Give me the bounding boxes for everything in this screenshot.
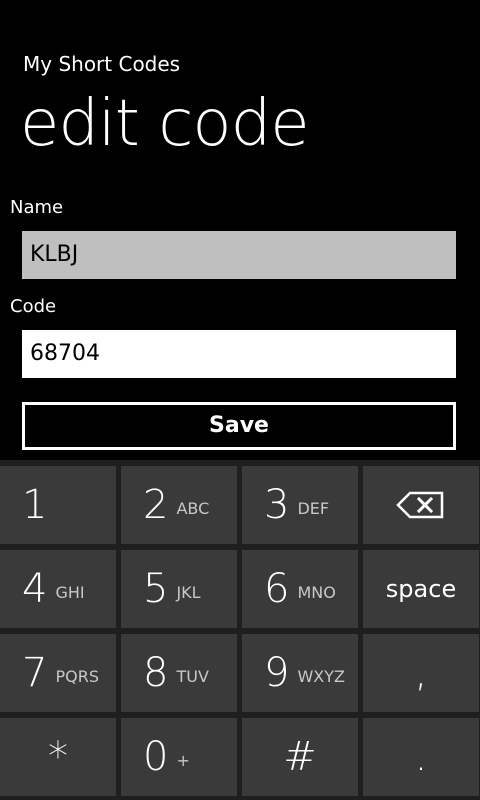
key-sub-label: DEF [297, 498, 330, 518]
key-sub-label: ABC [176, 498, 210, 518]
backspace-icon [396, 490, 446, 520]
key-2[interactable]: 2 ABC [121, 466, 237, 544]
space-key-label: space [385, 575, 457, 603]
key-sub-label: TUV [176, 666, 209, 686]
code-label: Code [10, 296, 57, 317]
name-label: Name [10, 197, 64, 218]
key-main-label: 5 [143, 566, 169, 612]
key-main-label: 2 [143, 482, 169, 528]
key-main-label: 1 [22, 482, 48, 528]
key-sub-label: PQRS [55, 666, 99, 686]
key-main-label: 6 [264, 566, 290, 612]
key-8[interactable]: 8 TUV [121, 634, 237, 712]
code-field[interactable]: 68704 [22, 330, 456, 378]
period-key[interactable]: . [363, 718, 479, 796]
key-sub-label: + [176, 750, 190, 770]
key-sub-label: JKL [176, 582, 201, 602]
key-4[interactable]: 4 GHI [0, 550, 116, 628]
key-main-label: 8 [143, 650, 169, 696]
key-main-label: 9 [264, 650, 290, 696]
comma-key[interactable]: , [363, 634, 479, 712]
key-9[interactable]: 9 WXYZ [242, 634, 358, 712]
key-sub-label: WXYZ [297, 666, 345, 686]
key-main-label: 4 [22, 566, 48, 612]
key-sub-label: MNO [297, 582, 336, 602]
key-0[interactable]: 0 + [121, 718, 237, 796]
name-field[interactable]: KLBJ [22, 231, 456, 279]
key-3[interactable]: 3 DEF [242, 466, 358, 544]
numeric-keyboard: 1 2 ABC 3 DEF 4 GHI 5 JKL 6 MNO space 7 … [0, 460, 480, 800]
key-1[interactable]: 1 [0, 466, 116, 544]
key-hash[interactable]: # [242, 718, 358, 796]
key-5[interactable]: 5 JKL [121, 550, 237, 628]
key-main-label: . [414, 734, 428, 780]
key-main-label: 7 [22, 650, 48, 696]
backspace-key[interactable] [363, 466, 479, 544]
key-6[interactable]: 6 MNO [242, 550, 358, 628]
save-button[interactable]: Save [22, 402, 456, 450]
key-main-label: 3 [264, 482, 290, 528]
screen: My Short Codes edit code Name KLBJ Code … [0, 0, 480, 800]
key-main-label: 0 [143, 734, 169, 780]
app-title: My Short Codes [23, 52, 181, 76]
key-asterisk[interactable]: * [0, 718, 116, 796]
page-title: edit code [20, 87, 310, 161]
key-7[interactable]: 7 PQRS [0, 634, 116, 712]
space-key[interactable]: space [363, 550, 479, 628]
key-main-label: # [283, 734, 317, 780]
key-sub-label: GHI [55, 582, 85, 602]
key-main-label: * [48, 734, 68, 780]
key-main-label: , [414, 650, 428, 696]
